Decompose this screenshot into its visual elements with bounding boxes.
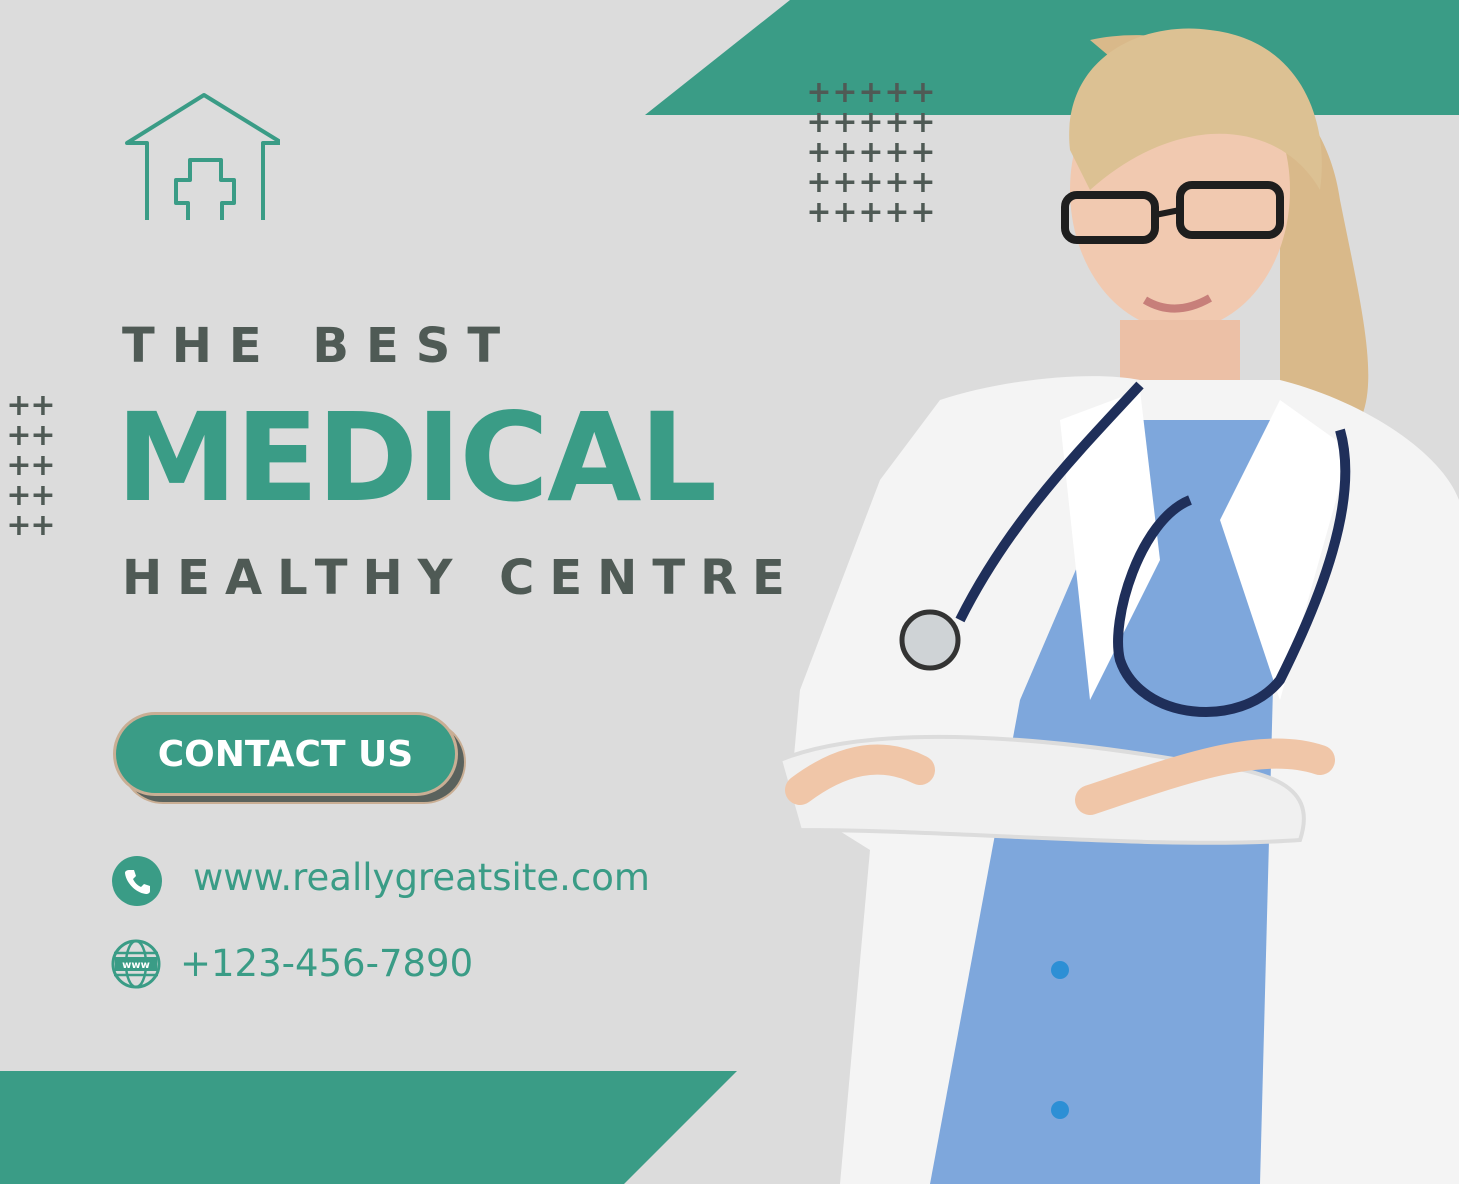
globe-icon: www [111, 939, 161, 989]
tagline-bottom: HEALTHY CENTRE [122, 550, 800, 606]
phone-icon [112, 856, 162, 906]
bottom-teal-band [0, 1071, 737, 1184]
plus-pattern-top: + + + + + + + + + + + + + + + + + + + + + + + + + [806, 75, 936, 230]
website-link[interactable]: www.reallygreatsite.com [193, 856, 650, 899]
headline-title: MEDICAL [116, 387, 717, 529]
house-cross-logo-icon [125, 93, 280, 220]
contact-us-button[interactable]: CONTACT US [113, 712, 458, 796]
globe-label: www [122, 960, 150, 971]
plus-pattern-left: + + + + + + + + + + [6, 388, 56, 543]
tagline-top: THE BEST [122, 318, 518, 374]
phone-number[interactable]: +123-456-7890 [180, 942, 473, 985]
